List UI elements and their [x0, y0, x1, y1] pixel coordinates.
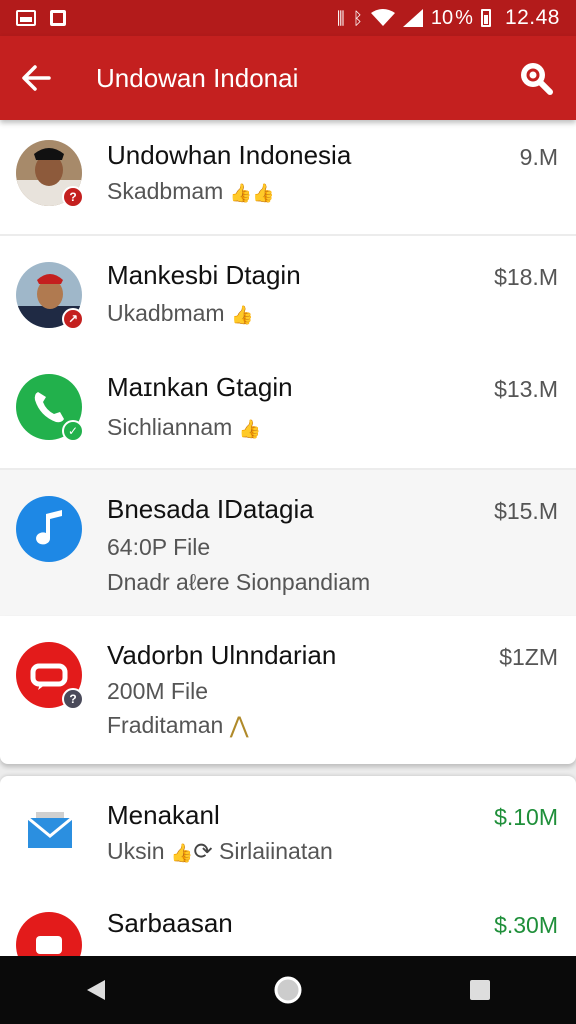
avatar	[16, 798, 82, 864]
item-size: $18.M	[494, 264, 558, 290]
thumb-icon: 👍	[170, 843, 194, 863]
list-card: ? Vadorbn Ulnndarian 200M File Fraditama…	[0, 616, 576, 764]
thumb-icon: 👍	[231, 305, 254, 325]
file-list: ? Undowhan Indonesia Skadbmam 👍👍 9.M ↗ M…	[0, 120, 576, 956]
status-bar: ⫼ ᛒ 10% 12.48	[0, 0, 576, 36]
wifi-icon	[370, 9, 395, 26]
battery-icon	[480, 9, 491, 27]
vibrate-icon: ⫼	[336, 8, 345, 28]
battery-percent: %	[455, 6, 473, 29]
item-size: $15.M	[494, 498, 558, 524]
avatar: ✓	[16, 374, 84, 442]
signal-text: 10	[430, 6, 454, 29]
item-name: Menakanl	[107, 800, 220, 830]
item-detail: Fraditaman ⋀	[107, 712, 249, 738]
list-item[interactable]: ? Undowhan Indonesia Skadbmam 👍👍 9.M	[0, 120, 576, 234]
app-bar: Undowan Indonai	[0, 36, 576, 120]
avatar: ↗	[16, 262, 84, 330]
list-item[interactable]: ? Vadorbn Ulnndarian 200M File Fraditama…	[0, 616, 576, 764]
app-title: Undowan Indonai	[96, 62, 299, 93]
status-badge: ✓	[62, 420, 84, 442]
item-size: $13.M	[494, 376, 558, 402]
list-card: ? Undowhan Indonesia Skadbmam 👍👍 9.M	[0, 120, 576, 234]
item-name: Mankesbi Dtagin	[107, 260, 301, 290]
item-subtitle: Skadbmam 👍👍	[107, 178, 275, 204]
search-icon	[521, 63, 553, 95]
item-detail: Dnadr aℓere Sionpandiam	[107, 569, 371, 595]
list-item[interactable]: Sarbaasan $.30M	[0, 884, 576, 956]
gallery-notification-icon	[16, 10, 36, 26]
navigation-bar	[0, 956, 576, 1024]
item-name: Maɪnkan Gtagin	[107, 372, 293, 402]
list-item[interactable]: Bnesada IDatagia 64:0P File Dnadr aℓere …	[0, 470, 576, 616]
cell-signal-icon	[402, 9, 423, 27]
item-size: $.30M	[494, 912, 558, 938]
status-badge: ?	[62, 688, 84, 710]
nav-home-button[interactable]	[258, 960, 318, 1020]
item-name: Sarbaasan	[107, 908, 233, 938]
avatar: ?	[16, 642, 84, 710]
list-item[interactable]: Menakanl Uksin 👍⟳ Sirlaiinatan $.10M	[0, 776, 576, 884]
item-subtitle: Uksin 👍⟳ Sirlaiinatan	[107, 838, 333, 864]
avatar: ?	[16, 140, 84, 208]
list-card: Bnesada IDatagia 64:0P File Dnadr aℓere …	[0, 470, 576, 616]
list-item[interactable]: ✓ Maɪnkan Gtagin Sichliannam 👍 $13.M	[0, 352, 576, 468]
notification-icons	[16, 10, 66, 26]
nav-recents-button[interactable]	[450, 960, 510, 1020]
list-card: Menakanl Uksin 👍⟳ Sirlaiinatan $.10M Sar…	[0, 776, 576, 956]
circle-home-icon	[274, 976, 302, 1004]
item-subtitle: 200M File	[107, 678, 208, 704]
thumb-icon: 👍	[238, 419, 262, 439]
item-size: 9.M	[519, 144, 558, 170]
chat-icon	[36, 936, 62, 954]
triangle-back-icon	[87, 980, 105, 1000]
thumb-icon: 👍👍	[229, 183, 275, 203]
item-name: Undowhan Indonesia	[107, 140, 352, 170]
clock: 12.48	[504, 6, 560, 29]
item-subtitle: 64:0P File	[107, 534, 211, 560]
square-recents-icon	[470, 980, 490, 1000]
item-name: Vadorbn Ulnndarian	[107, 640, 337, 670]
refresh-icon: ⟳	[193, 838, 213, 864]
arrow-left-icon	[22, 65, 51, 91]
nav-back-button[interactable]	[66, 960, 126, 1020]
item-name: Bnesada IDatagia	[107, 494, 314, 524]
avatar	[16, 912, 82, 956]
item-size: $1ZM	[499, 644, 558, 670]
item-size: $.10M	[494, 804, 558, 830]
back-button[interactable]	[0, 36, 72, 120]
search-button[interactable]	[496, 36, 576, 120]
status-badge: ?	[62, 186, 84, 208]
caret-up-icon: ⋀	[229, 712, 249, 738]
music-note-icon	[36, 510, 62, 545]
status-indicators: ⫼ ᛒ 10% 12.48	[337, 6, 560, 30]
item-subtitle: Sichliannam 👍	[107, 414, 262, 440]
screen: ⫼ ᛒ 10% 12.48 Undowan Indonai ? Undowhan…	[0, 0, 576, 1024]
list-card: ↗ Mankesbi Dtagin Ukadbmam 👍 $18.M ✓ Maɪ…	[0, 236, 576, 468]
app-notification-icon	[50, 10, 66, 26]
bluetooth-icon: ᛒ	[352, 8, 363, 28]
list-item[interactable]: ↗ Mankesbi Dtagin Ukadbmam 👍 $18.M	[0, 236, 576, 352]
status-badge: ↗	[62, 308, 84, 330]
mail-icon	[27, 812, 73, 848]
avatar	[16, 496, 82, 562]
item-subtitle: Ukadbmam 👍	[107, 300, 254, 326]
